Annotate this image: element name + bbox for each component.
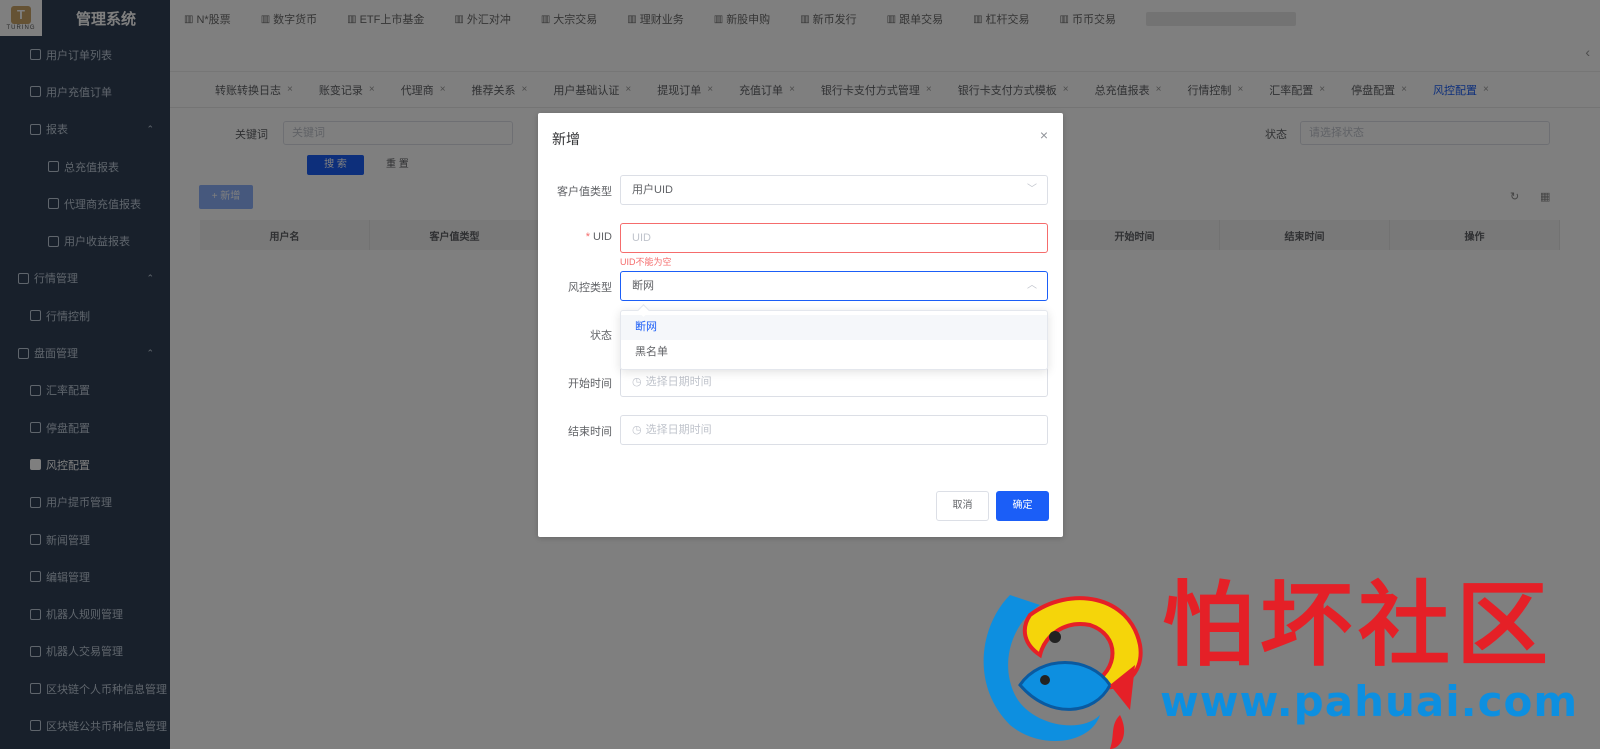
risk-type-select[interactable]: 断网 ︿ (620, 271, 1048, 301)
close-icon[interactable]: × (1040, 127, 1048, 143)
end-time-picker[interactable]: ◷ 选择日期时间 (620, 415, 1048, 445)
start-time-placeholder: 选择日期时间 (645, 376, 712, 388)
add-dialog: 新增 × 客户值类型 用户UID ﹀ * UID UID UID不能为空 风控类型… (538, 113, 1063, 537)
uid-label-text: UID (593, 231, 612, 243)
confirm-button[interactable]: 确定 (996, 491, 1049, 521)
risk-type-dropdown: 断网 黑名单 (620, 310, 1048, 370)
dropdown-option[interactable]: 黑名单 (621, 340, 1047, 365)
start-time-label-wrap: 开始时间 (538, 367, 612, 397)
uid-input[interactable]: UID (620, 223, 1048, 253)
clock-icon: ◷ (632, 376, 642, 388)
start-time-label: 开始时间 (568, 378, 612, 390)
customer-type-select[interactable]: 用户UID ﹀ (620, 175, 1048, 205)
customer-type-value: 用户UID (632, 184, 673, 196)
end-time-label: 结束时间 (568, 426, 612, 438)
chevron-down-icon: ﹀ (1027, 184, 1037, 195)
uid-error-message: UID不能为空 (620, 257, 672, 267)
dialog-title: 新增 (552, 131, 580, 147)
watermark: 怕坏社区 www.pahuai.com (970, 575, 1600, 749)
uid-placeholder: UID (632, 232, 651, 244)
risk-type-label: 风控类型 (568, 282, 612, 294)
start-time-picker[interactable]: ◷ 选择日期时间 (620, 367, 1048, 397)
fish-logo-icon (983, 595, 1143, 749)
watermark-title: 怕坏社区 (1162, 571, 1555, 679)
status-label: 状态 (590, 330, 612, 342)
status-label-wrap: 状态 (538, 319, 612, 349)
risk-type-value: 断网 (632, 280, 654, 292)
chevron-up-icon: ︿ (1027, 280, 1037, 291)
dropdown-option[interactable]: 断网 (621, 315, 1047, 340)
watermark-url: www.pahuai.com (1160, 677, 1579, 726)
clock-icon: ◷ (632, 424, 642, 436)
cancel-button[interactable]: 取消 (936, 491, 989, 521)
customer-type-label-wrap: 客户值类型 (538, 175, 612, 205)
end-time-placeholder: 选择日期时间 (645, 424, 712, 436)
customer-type-label: 客户值类型 (557, 186, 612, 198)
end-time-label-wrap: 结束时间 (538, 415, 612, 445)
risk-type-label-wrap: 风控类型 (538, 271, 612, 301)
uid-label: * UID (532, 231, 612, 243)
required-mark: * (585, 231, 591, 243)
uid-label-wrap: * UID (538, 223, 612, 253)
